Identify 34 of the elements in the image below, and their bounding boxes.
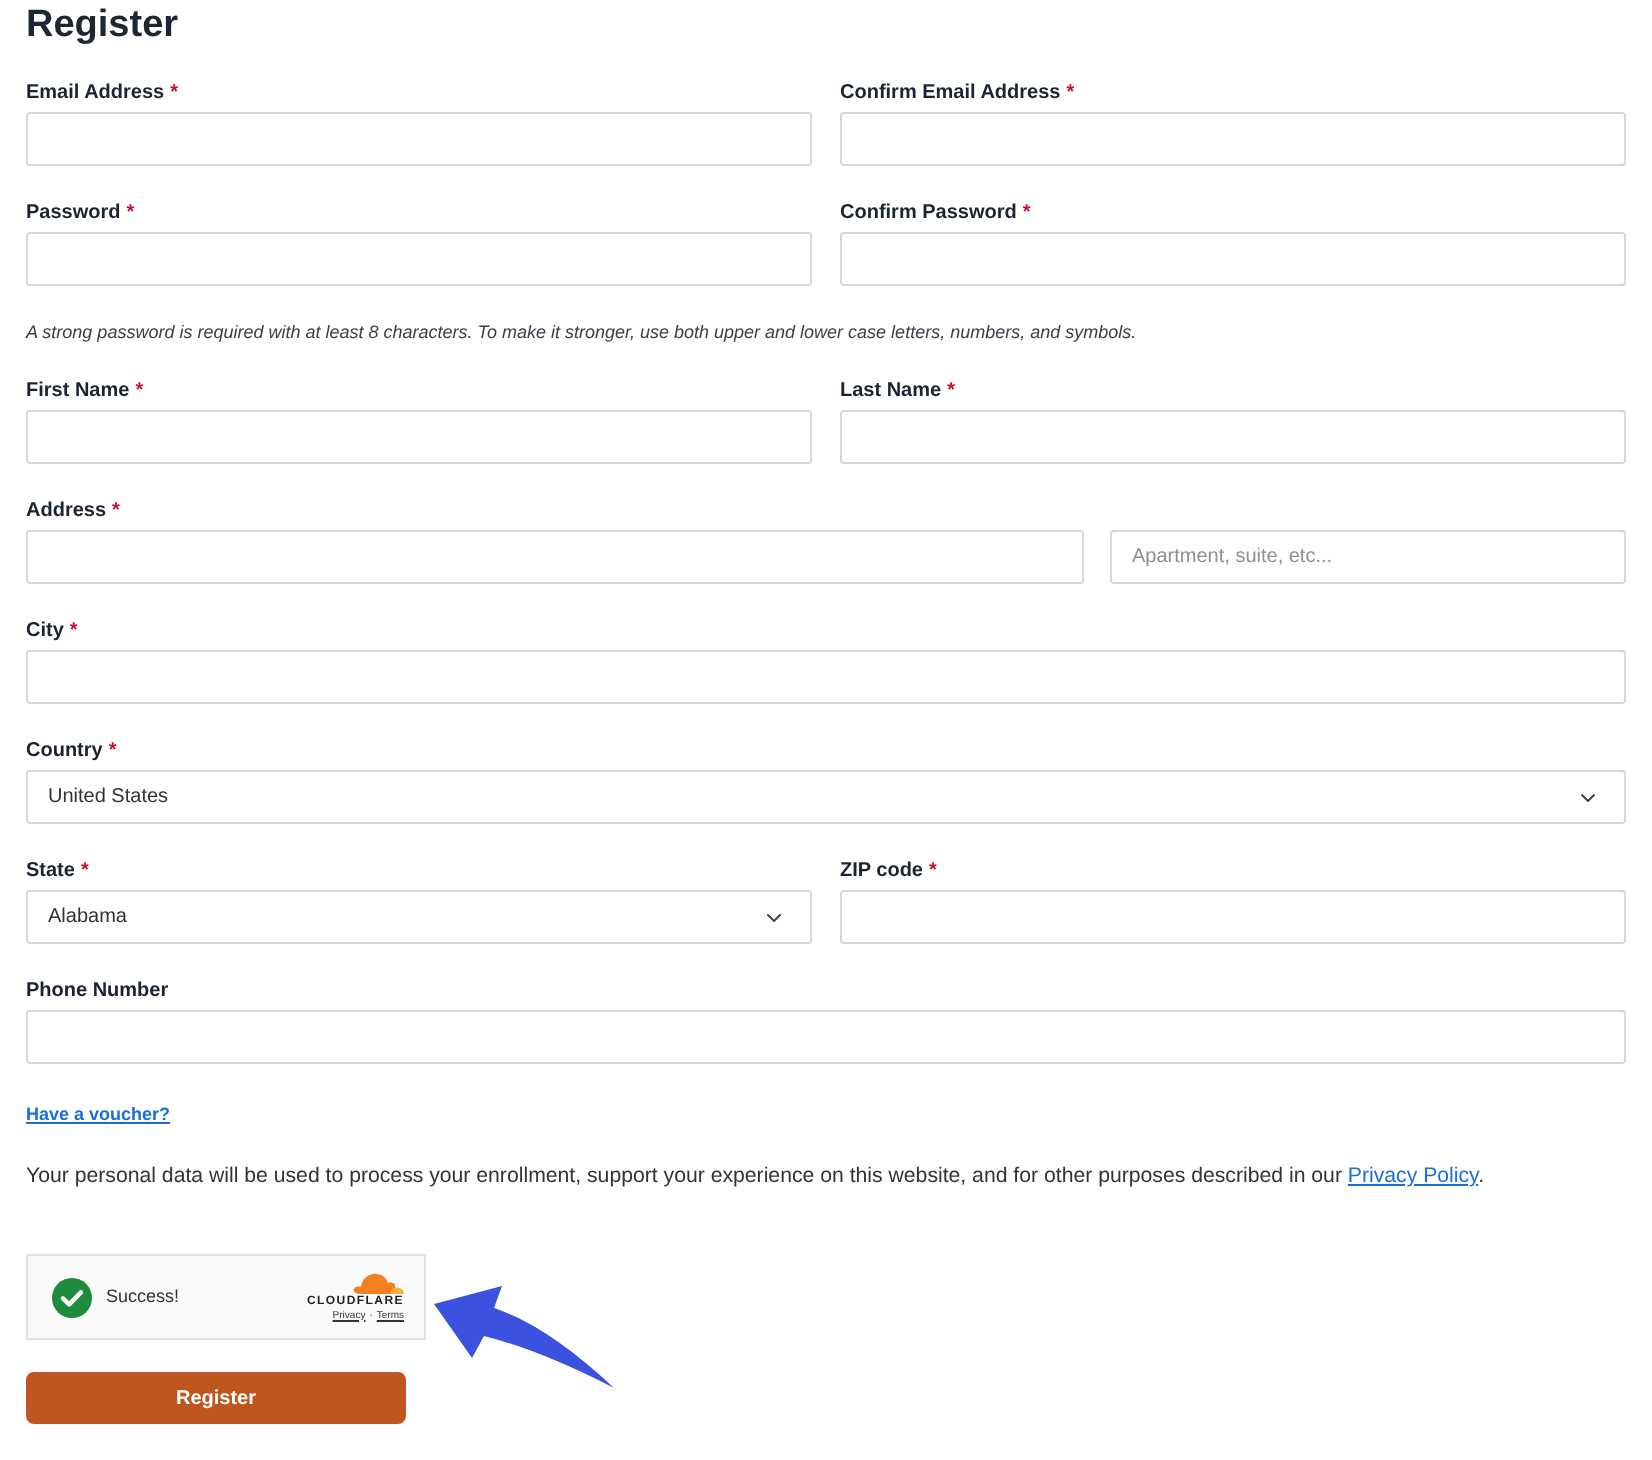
input-field[interactable] xyxy=(26,530,1084,584)
field-label: State * xyxy=(26,858,89,886)
dropdown-field[interactable]: United States xyxy=(26,770,1626,824)
voucher-link[interactable]: Have a voucher? xyxy=(26,1100,171,1128)
field-label: Last Name * xyxy=(840,378,955,406)
password-hint: A strong password is required with at least 8 characters. To make it stronger, use both upper and lower case letters, numbers, and symbols. xyxy=(26,320,1137,344)
input-field[interactable] xyxy=(26,232,812,286)
field-label: City * xyxy=(26,618,78,646)
input-field[interactable] xyxy=(26,112,812,166)
input-field[interactable] xyxy=(26,410,812,464)
page-title: Register xyxy=(26,2,179,50)
field-label: ZIP code * xyxy=(840,858,937,886)
field-label: Country * xyxy=(26,738,117,766)
register-button[interactable]: Register xyxy=(26,1372,406,1424)
cloud-icon xyxy=(352,1271,404,1293)
input-field[interactable] xyxy=(840,232,1626,286)
input-field[interactable] xyxy=(840,112,1626,166)
privacy-notice: Your personal data will be used to process your enrollment, support your experience on this website, and for other purposes described in our Privacy Policy. xyxy=(26,1162,1485,1190)
input-field[interactable] xyxy=(26,1010,1626,1064)
field-label: Confirm Password * xyxy=(840,200,1031,228)
input-field[interactable] xyxy=(840,410,1626,464)
field-label: Email Address * xyxy=(26,80,179,108)
input-field[interactable] xyxy=(26,650,1626,704)
check-circle-icon xyxy=(52,1277,92,1317)
privacy-policy-link[interactable]: Privacy Policy xyxy=(1347,1164,1479,1188)
field-label: Confirm Email Address * xyxy=(840,80,1075,108)
input-field[interactable]: Apartment, suite, etc... xyxy=(1110,530,1626,584)
field-label: Password * xyxy=(26,200,135,228)
field-label: Address * xyxy=(26,498,120,526)
field-label: Phone Number xyxy=(26,978,169,1006)
dropdown-field[interactable]: Alabama xyxy=(26,890,812,944)
input-field[interactable] xyxy=(840,890,1626,944)
captcha-status: Success! xyxy=(106,1283,180,1310)
field-label: First Name * xyxy=(26,378,144,406)
